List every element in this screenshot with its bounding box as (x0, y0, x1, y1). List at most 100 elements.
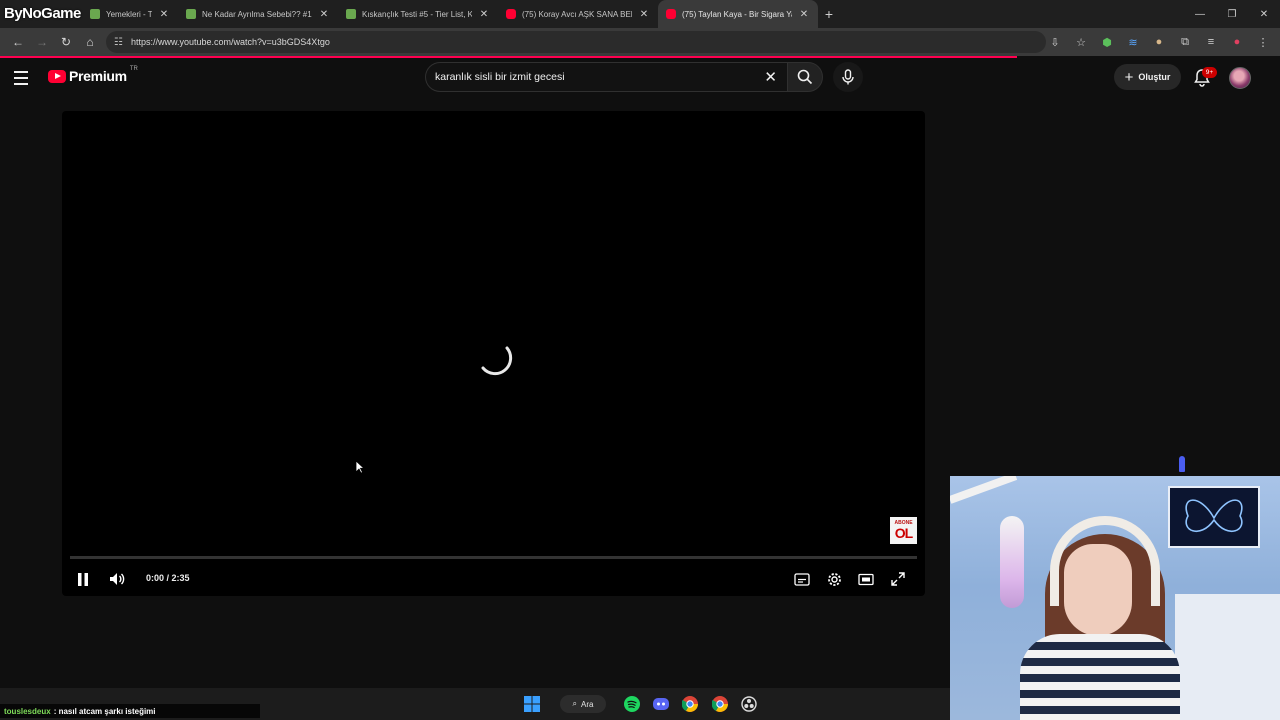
close-tab-icon[interactable]: ✕ (478, 9, 490, 20)
window-controls: — ❐ ✕ (1184, 0, 1280, 28)
tab-title: (75) Koray Avcı AŞK SANA BENZ (522, 9, 632, 19)
extensions-puzzle-icon[interactable]: ⧉ (1174, 30, 1196, 54)
subtitles-button[interactable] (792, 569, 812, 589)
back-icon[interactable]: ← (6, 30, 30, 54)
voice-search-button[interactable] (833, 62, 863, 92)
theater-mode-icon (858, 573, 874, 585)
pause-button[interactable] (73, 569, 93, 589)
account-avatar[interactable] (1229, 67, 1251, 89)
chrome-icon[interactable] (680, 694, 700, 714)
pause-icon (78, 572, 88, 586)
chat-username: touslesdeux (4, 706, 51, 716)
location-pin-icon (1179, 456, 1185, 472)
settings-button[interactable] (824, 569, 844, 589)
browser-toolbar-buttons: ⇩ ☆ ⬢ ≋ ● ⧉ ≡ ● ⋮ (1044, 30, 1274, 54)
create-button[interactable]: + Oluştur (1114, 64, 1181, 90)
video-player[interactable]: ABONE OL 0:00 / 2:35 (62, 111, 925, 596)
create-label: Oluştur (1138, 72, 1171, 82)
country-code: TR (129, 66, 138, 72)
loading-spinner-icon (481, 346, 513, 376)
shelf (1175, 594, 1280, 720)
youtube-icon (506, 9, 516, 19)
theater-mode-button[interactable] (856, 569, 876, 589)
tab-title: (75) Taylan Kaya - Bir Sigara Yak (682, 9, 792, 19)
browser-tab[interactable]: Kıskançlık Testi #5 - Tier List, K ✕ (338, 0, 498, 28)
close-window-icon[interactable]: ✕ (1248, 0, 1280, 28)
subscribe-watermark[interactable]: ABONE OL (890, 517, 917, 544)
mic-arm (950, 476, 1018, 504)
browser-tab[interactable]: (75) Koray Avcı AŞK SANA BENZ ✕ (498, 0, 658, 28)
search-icon (797, 69, 813, 85)
search-query: karanlık sisli bir izmit gecesi (435, 71, 565, 83)
close-tab-icon[interactable]: ✕ (638, 9, 650, 20)
game-icon (346, 9, 356, 19)
close-tab-icon[interactable]: ✕ (158, 9, 170, 20)
stream-logo-text: ByNoGame (4, 5, 81, 22)
close-tab-icon[interactable]: ✕ (798, 9, 810, 20)
youtube-header: Premium TR karanlık sisli bir izmit gece… (0, 58, 1280, 98)
spotify-icon[interactable] (622, 694, 642, 714)
profile-icon[interactable]: ● (1226, 30, 1248, 54)
butterfly-icon (1185, 499, 1243, 533)
obs-icon[interactable] (739, 694, 759, 714)
maximize-icon[interactable]: ❐ (1216, 0, 1248, 28)
hamburger-menu-icon[interactable] (14, 68, 34, 88)
chat-message: touslesdeux : nasıl atcam şarkı isteğimi (0, 704, 260, 718)
taskbar-search[interactable]: ⌕ Ara (560, 695, 606, 713)
bookmark-star-icon[interactable]: ☆ (1070, 30, 1092, 54)
minimize-icon[interactable]: — (1184, 0, 1216, 28)
microphone-illustration (1000, 516, 1024, 608)
reload-icon[interactable]: ↻ (54, 30, 78, 54)
address-bar-row: ← → ↻ ⌂ ☷ https://www.youtube.com/watch?… (0, 28, 1280, 56)
search-input[interactable]: karanlık sisli bir izmit gecesi ✕ (425, 62, 787, 92)
windows-start-icon[interactable] (522, 694, 542, 714)
player-controls: 0:00 / 2:35 (62, 563, 925, 593)
search-button[interactable] (787, 62, 823, 92)
install-icon[interactable]: ⇩ (1044, 30, 1066, 54)
tab-title: Yemekleri - Tier List, K (106, 9, 152, 19)
search-icon: ⌕ (572, 699, 578, 708)
subtitles-icon (794, 572, 810, 586)
taskbar-search-label: Ara (581, 699, 594, 709)
youtube-icon (666, 9, 676, 19)
search-bar: karanlık sisli bir izmit gecesi ✕ (425, 62, 863, 92)
volume-button[interactable] (107, 569, 127, 589)
home-icon[interactable]: ⌂ (78, 30, 102, 54)
butterfly-frame (1168, 486, 1260, 548)
microphone-icon (842, 69, 854, 85)
extension-wave-icon[interactable]: ≋ (1122, 30, 1144, 54)
browser-menu-icon[interactable]: ⋮ (1252, 30, 1274, 54)
extension-shield-icon[interactable]: ⬢ (1096, 30, 1118, 54)
streamer-shirt (1020, 634, 1180, 720)
webcam-overlay (950, 476, 1280, 720)
time-display: 0:00 / 2:35 (146, 573, 190, 583)
site-info-icon[interactable]: ☷ (114, 37, 123, 48)
fullscreen-icon (891, 572, 905, 586)
tab-title: Ne Kadar Ayrılma Sebebi?? #1 (202, 9, 312, 19)
new-tab-button[interactable]: + (818, 6, 840, 22)
plus-icon: + (1124, 68, 1134, 86)
close-tab-icon[interactable]: ✕ (318, 9, 330, 20)
url-field[interactable]: ☷ https://www.youtube.com/watch?v=u3bGDS… (106, 31, 1046, 53)
discord-icon[interactable] (651, 694, 671, 714)
fullscreen-button[interactable] (888, 569, 908, 589)
chat-text: : nasıl atcam şarkı isteğimi (53, 706, 156, 716)
browser-tab-active[interactable]: (75) Taylan Kaya - Bir Sigara Yak ✕ (658, 0, 818, 28)
game-icon (90, 9, 100, 19)
forward-icon[interactable]: → (30, 30, 54, 54)
progress-bar[interactable] (70, 556, 917, 559)
chrome-profile-icon[interactable] (710, 694, 730, 714)
extension-cookie-icon[interactable]: ● (1148, 30, 1170, 54)
mouse-cursor-icon (355, 460, 365, 474)
volume-icon (110, 573, 125, 585)
youtube-play-icon (48, 69, 66, 83)
stream-logo: ByNoGame (4, 5, 81, 22)
media-control-icon[interactable]: ≡ (1200, 30, 1222, 54)
browser-tab-strip: Yemekleri - Tier List, K ✕ Ne Kadar Ayrı… (0, 0, 1280, 28)
browser-tab[interactable]: Ne Kadar Ayrılma Sebebi?? #1 ✕ (178, 0, 338, 28)
watermark-bottom-text: OL (894, 525, 913, 541)
notifications-badge: 9+ (1202, 67, 1217, 78)
logo-text: Premium (69, 68, 127, 84)
youtube-premium-logo[interactable]: Premium TR (48, 66, 138, 84)
clear-search-icon[interactable]: ✕ (764, 68, 777, 86)
